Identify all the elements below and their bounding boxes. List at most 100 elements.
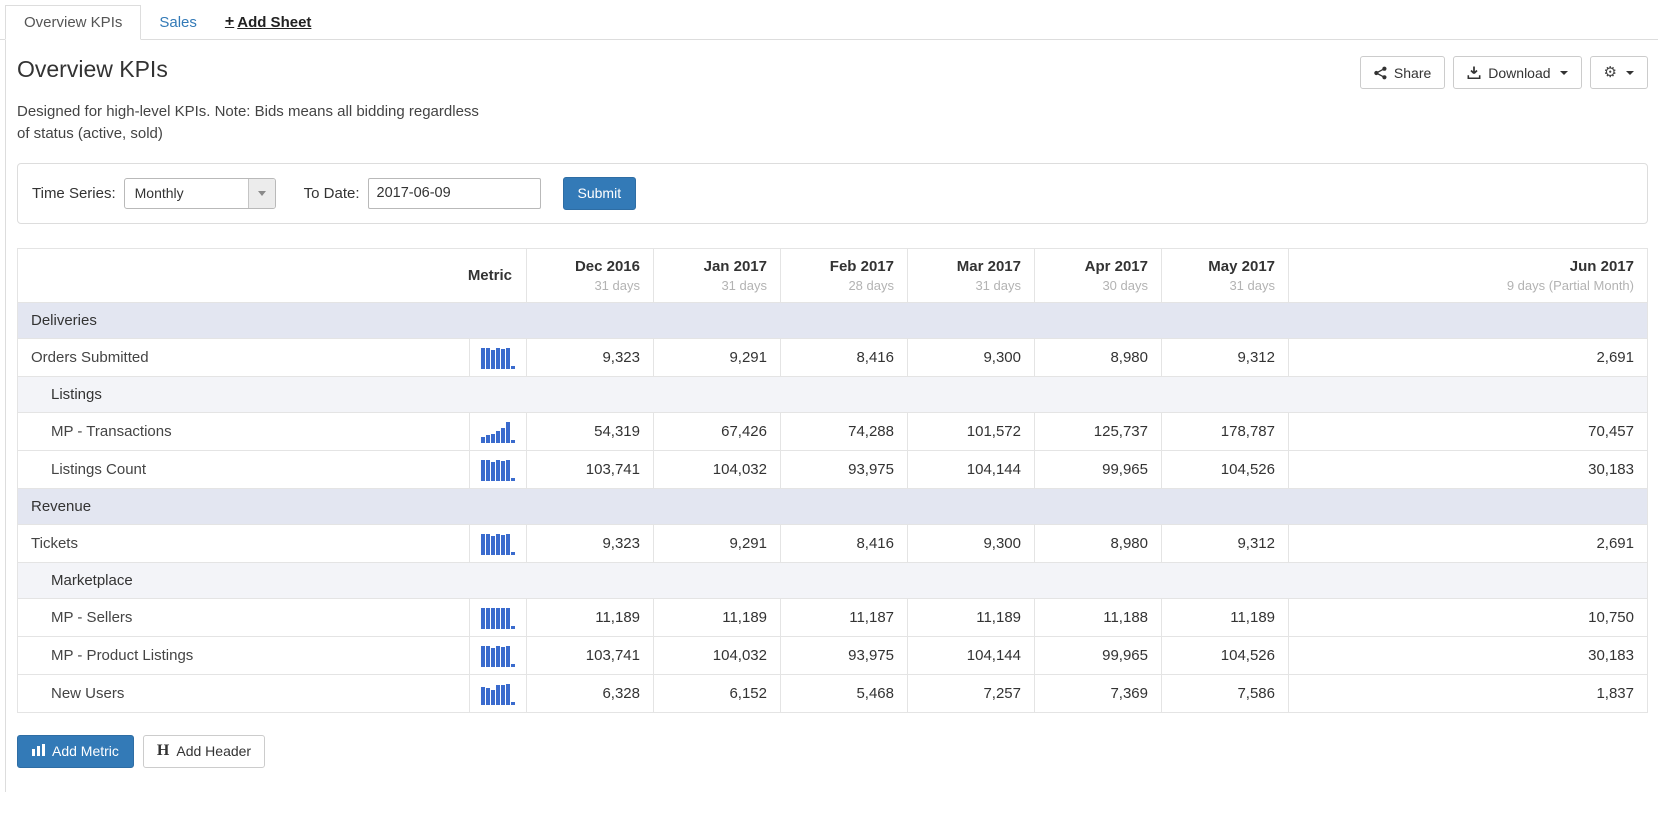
- sparkline-cell: [469, 597, 527, 637]
- sparkline-bar: [506, 422, 510, 443]
- add-header-button[interactable]: H Add Header: [142, 734, 266, 768]
- metric-value: 9,291: [653, 337, 781, 377]
- sparkline-bar: [496, 608, 500, 629]
- sparkline-cell: [469, 673, 527, 713]
- tab-overview-kpis[interactable]: Overview KPIs: [5, 5, 142, 40]
- sparkline-bar: [486, 608, 490, 629]
- sparkline-bar: [506, 534, 510, 555]
- sparkline-bar: [491, 648, 495, 667]
- sparkline: [476, 419, 520, 443]
- sparkline-bar: [481, 348, 485, 369]
- time-series-value: Monthly: [134, 184, 184, 201]
- subsection-label: Marketplace: [17, 561, 1648, 599]
- sparkline-bar: [506, 348, 510, 369]
- sparkline-bar: [481, 646, 485, 667]
- page-title: Overview KPIs: [17, 56, 168, 82]
- metric-value: 54,319: [526, 411, 654, 451]
- metric-row[interactable]: Listings Count 103,741 104,032 93,975 104,14…: [17, 449, 1648, 489]
- month-column-header: Jun 2017 9 days (Partial Month): [1288, 247, 1648, 303]
- sparkline-bar: [511, 702, 515, 705]
- time-series-label: Time Series:: [32, 184, 116, 202]
- metric-value: 101,572: [907, 411, 1035, 451]
- metric-value: 74,288: [780, 411, 908, 451]
- metric-value: 11,188: [1034, 597, 1162, 637]
- add-metric-chart-icon: [32, 743, 45, 759]
- submit-button[interactable]: Submit: [562, 176, 637, 210]
- metric-row[interactable]: MP - Product Listings 103,741 104,032 93,97…: [17, 635, 1648, 675]
- metric-value: 104,526: [1161, 635, 1289, 675]
- sheet-tab-bar: Overview KPIs Sales + Add Sheet: [0, 0, 1658, 40]
- sparkline-cell: [469, 337, 527, 377]
- metric-value: 2,691: [1288, 337, 1648, 377]
- section-header-row: Deliveries: [17, 301, 1648, 339]
- sparkline-bar: [511, 478, 515, 481]
- metric-row[interactable]: MP - Transactions 54,319 67,426 74,288 101,5…: [17, 411, 1648, 451]
- add-metric-button[interactable]: Add Metric: [17, 734, 134, 768]
- metric-value: 11,189: [653, 597, 781, 637]
- sparkline-bar: [486, 688, 490, 705]
- metric-value: 30,183: [1288, 635, 1648, 675]
- sparkline-bar: [481, 608, 485, 629]
- sparkline-bar: [491, 434, 495, 443]
- metric-value: 7,257: [907, 673, 1035, 713]
- download-label: Download: [1488, 64, 1551, 81]
- metric-value: 104,144: [907, 449, 1035, 489]
- sparkline-bar: [506, 684, 510, 705]
- sparkline-bar: [501, 685, 505, 705]
- sparkline-cell: [469, 449, 527, 489]
- metric-value: 6,328: [526, 673, 654, 713]
- kpi-table-body: Deliveries Orders Submitted 9,323 9,291 8,41…: [17, 301, 1648, 713]
- metric-value: 99,965: [1034, 449, 1162, 489]
- metric-value: 125,737: [1034, 411, 1162, 451]
- sparkline-bar: [486, 460, 490, 481]
- subsection-header-row: Marketplace: [17, 561, 1648, 599]
- sparkline-bar: [511, 626, 515, 629]
- metric-label: MP - Sellers: [17, 597, 470, 637]
- metric-value: 8,416: [780, 337, 908, 377]
- sparkline-bar: [501, 428, 505, 443]
- metric-value: 11,189: [526, 597, 654, 637]
- month-column-header: Dec 2016 31 days: [526, 247, 654, 303]
- select-arrow-icon[interactable]: [247, 178, 275, 208]
- metric-value: 8,416: [780, 523, 908, 563]
- metric-row[interactable]: Tickets 9,323 9,291 8,416 9,300 8,980 9,312 2,6…: [17, 523, 1648, 563]
- sparkline-bar: [496, 646, 500, 667]
- metric-row[interactable]: Orders Submitted 9,323 9,291 8,416 9,300 8,98…: [17, 337, 1648, 377]
- metric-value: 67,426: [653, 411, 781, 451]
- metric-value: 93,975: [780, 449, 908, 489]
- sparkline-bar: [501, 535, 505, 555]
- month-column-header: Apr 2017 30 days: [1034, 247, 1162, 303]
- add-sheet-button[interactable]: + Add Sheet: [215, 5, 330, 39]
- metric-row[interactable]: MP - Sellers 11,189 11,189 11,187 11,189 11,1…: [17, 597, 1648, 637]
- subsection-header-row: Listings: [17, 375, 1648, 413]
- section-label: Revenue: [17, 487, 1648, 525]
- metric-value: 9,312: [1161, 337, 1289, 377]
- to-date-input[interactable]: [367, 177, 541, 209]
- metric-value: 8,980: [1034, 337, 1162, 377]
- sparkline-bar: [481, 687, 485, 705]
- metric-label: New Users: [17, 673, 470, 713]
- share-button[interactable]: Share: [1359, 56, 1446, 89]
- subsection-label: Listings: [17, 375, 1648, 413]
- add-metric-label: Add Metric: [52, 743, 119, 759]
- sparkline-bar: [501, 349, 505, 369]
- sparkline-bar: [511, 664, 515, 667]
- sparkline-bar: [481, 534, 485, 555]
- metric-value: 5,468: [780, 673, 908, 713]
- tab-sales[interactable]: Sales: [141, 6, 215, 39]
- caret-down-icon: [1626, 70, 1634, 75]
- kpi-table: Metric Dec 2016 31 days Jan 2017 31 days Feb…: [17, 247, 1648, 713]
- header-h-icon: H: [156, 742, 170, 759]
- metric-value: 70,457: [1288, 411, 1648, 451]
- metric-value: 9,291: [653, 523, 781, 563]
- settings-button[interactable]: ⚙: [1589, 56, 1648, 89]
- time-series-select[interactable]: Monthly: [123, 177, 276, 209]
- download-button[interactable]: Download: [1453, 56, 1582, 89]
- metric-value: 9,300: [907, 337, 1035, 377]
- add-header-label: Add Header: [176, 743, 252, 759]
- sparkline-bar: [491, 350, 495, 369]
- metric-row[interactable]: New Users 6,328 6,152 5,468 7,257 7,369 7,586 1…: [17, 673, 1648, 713]
- metric-value: 104,032: [653, 635, 781, 675]
- metric-value: 9,300: [907, 523, 1035, 563]
- metric-value: 93,975: [780, 635, 908, 675]
